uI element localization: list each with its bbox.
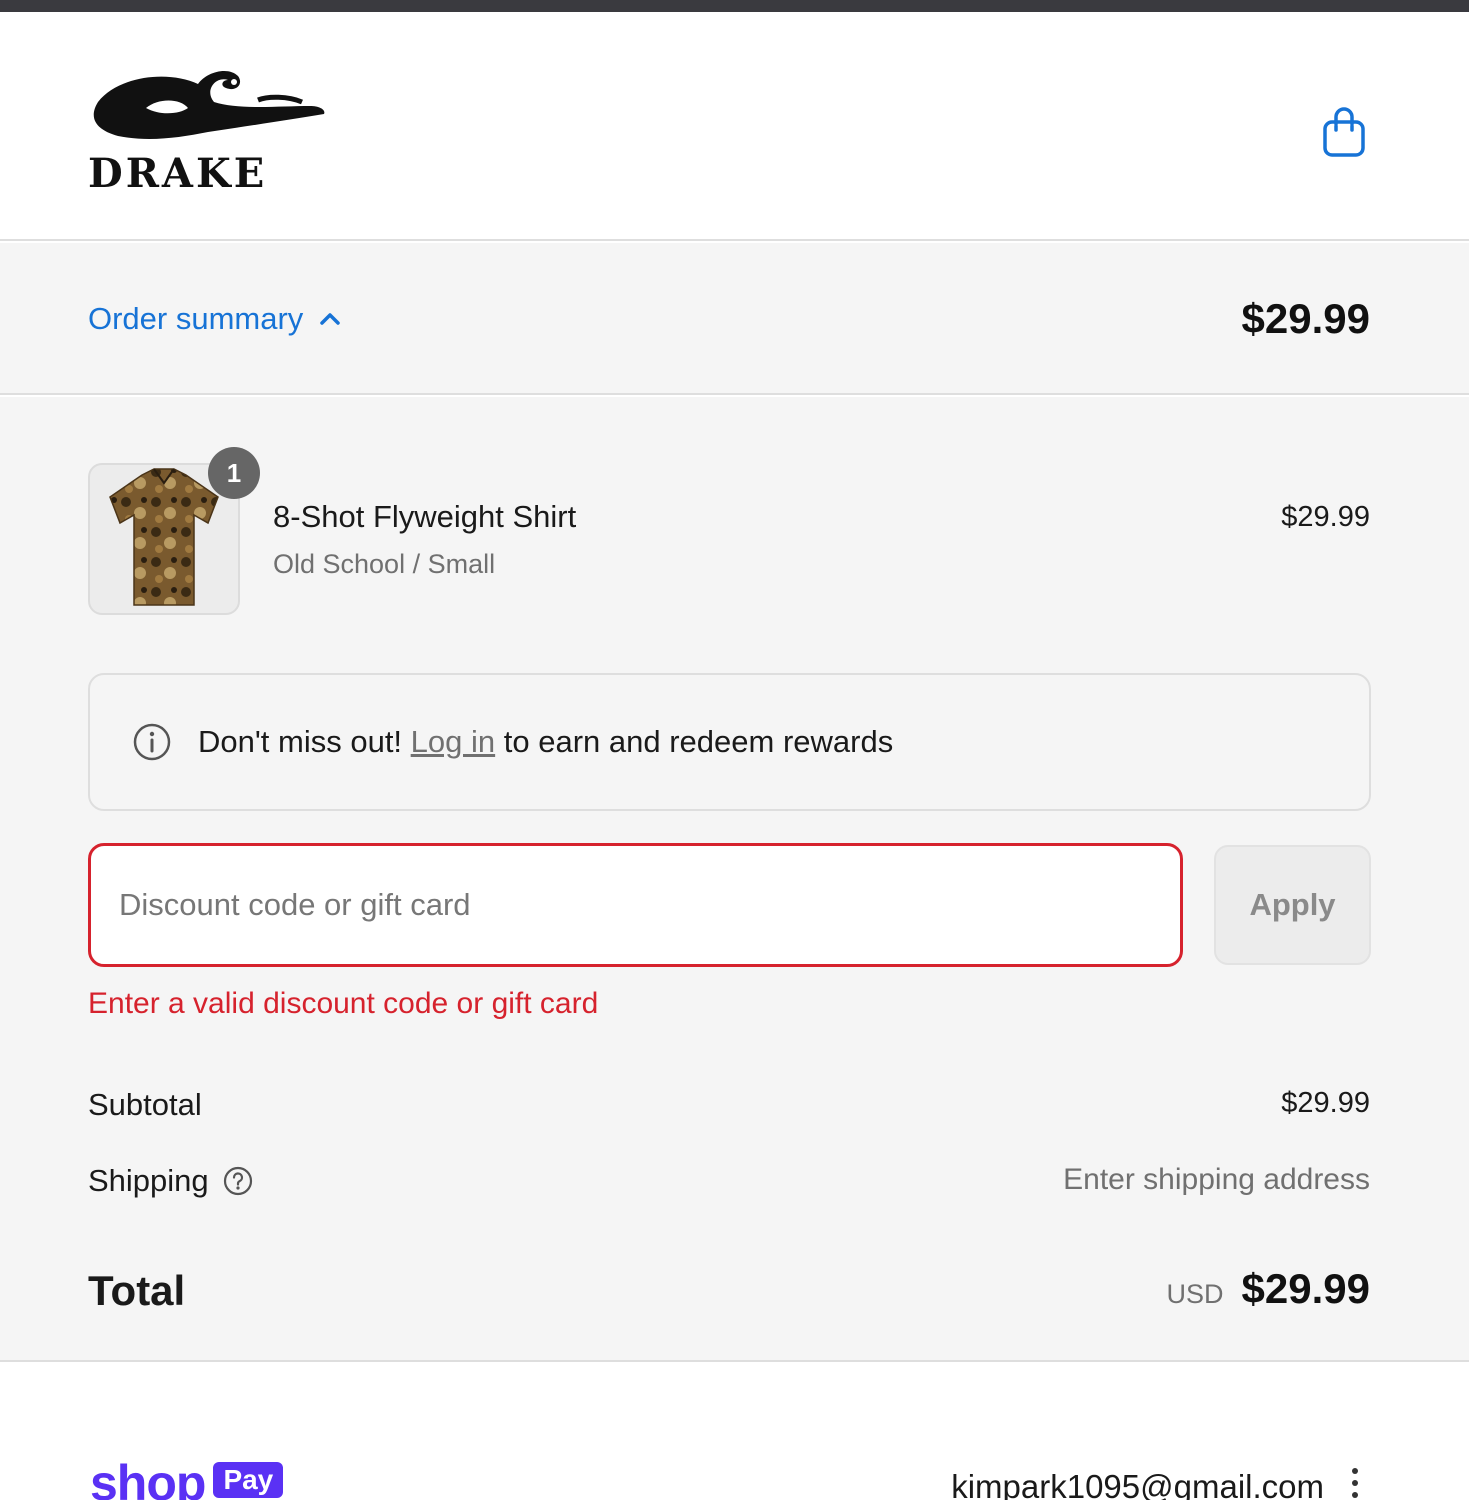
product-price: $29.99 [1281,501,1370,533]
rewards-prefix: Don't miss out! [198,724,403,759]
order-summary-bar: Order summary $29.99 [0,243,1469,395]
info-icon [133,723,171,761]
help-circle-icon[interactable] [223,1166,253,1196]
kebab-dot [1352,1492,1358,1498]
total-label: Total [88,1267,186,1314]
product-thumbnail: 1 [88,447,260,615]
shipping-label: Shipping [88,1163,209,1198]
order-summary-total: $29.99 [1241,295,1370,342]
pay-badge: Pay [213,1462,284,1498]
more-vertical-icon[interactable] [1344,1468,1366,1500]
cart-button[interactable] [1316,104,1372,160]
discount-code-input[interactable] [88,843,1183,967]
express-checkout-footer: shop Pay kimpark1095@gmail.com [0,1364,1469,1500]
subtotal-value: $29.99 [1281,1087,1370,1119]
shop-pay-logo[interactable]: shop Pay [90,1455,284,1500]
order-summary-label: Order summary [88,301,304,336]
brand-wordmark: DRAKE [88,150,268,197]
rewards-banner: Don't miss out! Log in to earn and redee… [88,673,1371,811]
login-link[interactable]: Log in [411,724,495,759]
product-name: 8-Shot Flyweight Shirt [273,499,577,534]
quantity-badge: 1 [208,447,260,499]
apply-discount-button[interactable]: Apply [1214,845,1371,965]
total-value-group: USD $29.99 [1167,1265,1370,1313]
shipping-label-row: Shipping [88,1163,253,1199]
total-amount: $29.99 [1241,1265,1370,1312]
shop-wordmark: shop [90,1455,206,1500]
kebab-dot [1352,1468,1358,1474]
kebab-dot [1352,1480,1358,1486]
drake-logo[interactable]: DRAKE [88,62,328,197]
duck-head-logo-icon [93,70,325,139]
order-summary-toggle[interactable]: Order summary [88,301,341,337]
checkout-header: DRAKE [0,12,1469,241]
browser-top-edge [0,0,1469,12]
rewards-suffix: to earn and redeem rewards [503,724,894,759]
chevron-up-icon [320,313,341,325]
total-currency: USD [1166,1279,1224,1309]
product-variant: Old School / Small [273,549,496,579]
account-email: kimpark1095@gmail.com [951,1468,1324,1500]
discount-error-message: Enter a valid discount code or gift card [88,987,599,1020]
order-summary-details: 1 8-Shot Flyweight Shirt Old School / Sm… [0,397,1469,1362]
shipping-value: Enter shipping address [1063,1163,1370,1196]
shopping-bag-icon [1323,107,1365,157]
subtotal-label: Subtotal [88,1087,202,1122]
rewards-text: Don't miss out! Log in to earn and redee… [198,724,893,760]
